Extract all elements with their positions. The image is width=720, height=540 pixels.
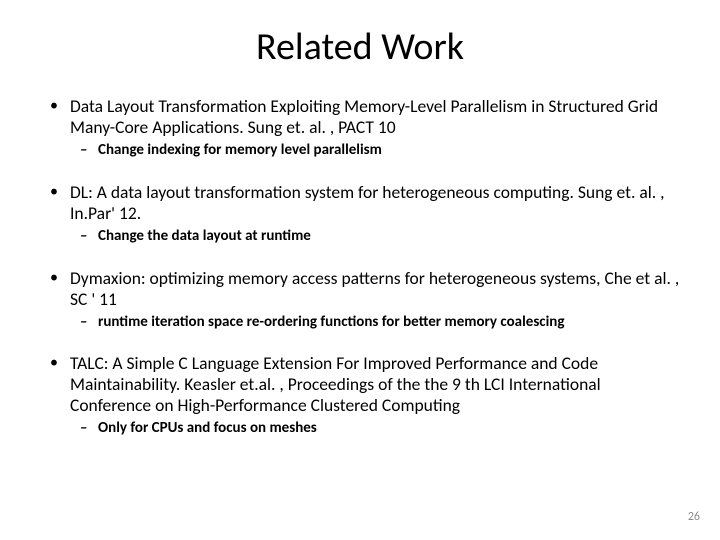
item-main-text: TALC: A Simple C Language Extension For … [40,353,680,416]
item-main-text: Dymaxion: optimizing memory access patte… [40,268,680,310]
list-item: Data Layout Transformation Exploiting Me… [40,96,680,160]
item-sub-text: Change indexing for memory level paralle… [40,141,680,160]
list-item: TALC: A Simple C Language Extension For … [40,353,680,438]
item-sub-text: runtime iteration space re-ordering func… [40,313,680,332]
item-sub-text: Only for CPUs and focus on meshes [40,419,680,438]
item-main-text: Data Layout Transformation Exploiting Me… [40,96,680,138]
slide-title: Related Work [40,24,680,70]
item-main-text: DL: A data layout transformation system … [40,182,680,224]
page-number: 26 [688,510,700,524]
item-sub-text: Change the data layout at runtime [40,227,680,246]
bullet-list: Data Layout Transformation Exploiting Me… [40,96,680,438]
list-item: Dymaxion: optimizing memory access patte… [40,268,680,332]
list-item: DL: A data layout transformation system … [40,182,680,246]
